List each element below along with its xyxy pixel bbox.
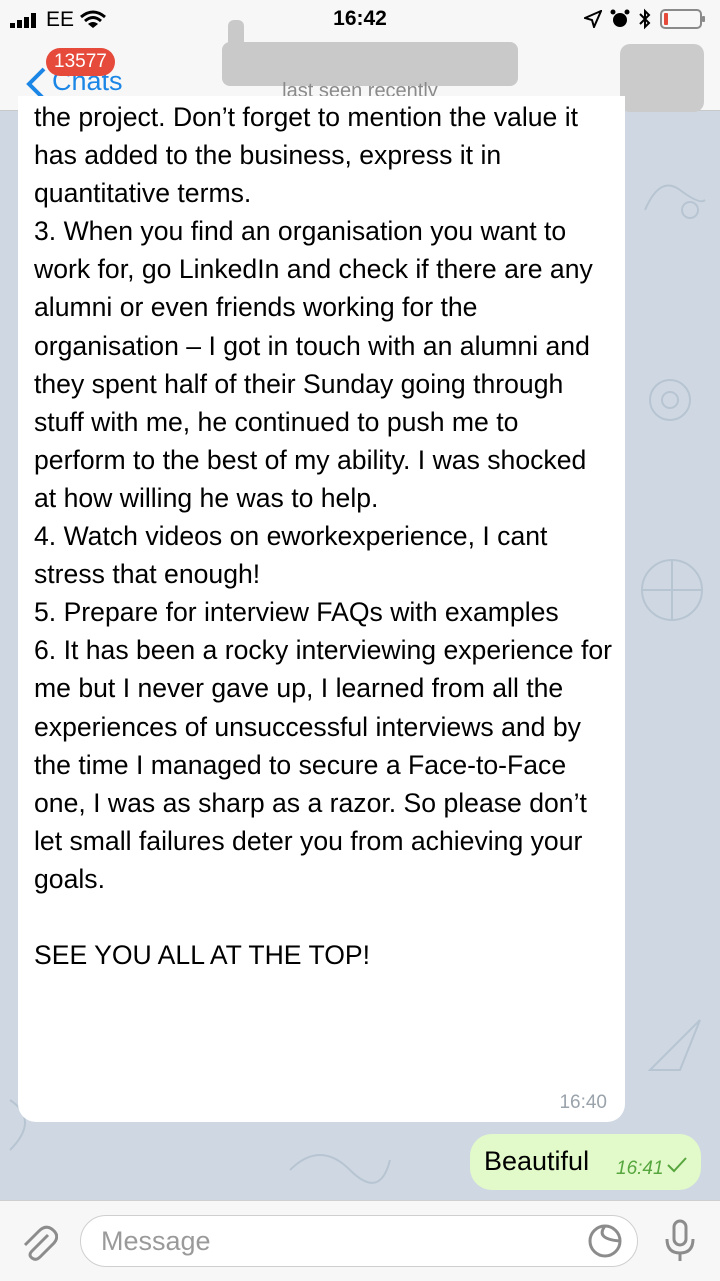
message-paragraph: 6. It has been a rocky interviewing expe… — [34, 635, 612, 894]
message-time: 16:40 — [559, 1092, 607, 1113]
wallpaper-doodle — [644, 184, 706, 219]
outgoing-message-bubble[interactable]: Beautiful 16:41 — [470, 1134, 701, 1190]
message-paragraph: the project. Don’t forget to mention the… — [34, 102, 579, 209]
status-bar: EE 16:42 — [0, 0, 720, 40]
message-composer — [0, 1200, 720, 1281]
battery-icon — [660, 9, 705, 29]
microphone-icon[interactable] — [663, 1219, 697, 1263]
message-paragraph: SEE YOU ALL AT THE TOP! — [34, 939, 371, 970]
paperclip-icon[interactable] — [18, 1223, 58, 1263]
wallpaper-doodle — [289, 1154, 391, 1184]
wallpaper-doodle — [641, 559, 703, 621]
message-paragraph — [34, 898, 614, 936]
bluetooth-icon — [639, 8, 651, 30]
message-paragraph: 5. Prepare for interview FAQs with examp… — [34, 597, 559, 628]
message-text: the project. Don’t forget to mention the… — [34, 98, 614, 974]
avatar[interactable] — [620, 44, 704, 112]
checkmark-icon — [667, 1157, 687, 1173]
message-text: Beautiful — [484, 1146, 590, 1176]
message-paragraph: 3. When you find an organisation you wan… — [34, 216, 593, 513]
wallpaper-doodle — [649, 379, 691, 421]
location-arrow-icon — [584, 10, 602, 28]
alarm-icon — [610, 9, 630, 27]
incoming-message-bubble[interactable]: the project. Don’t forget to mention the… — [18, 96, 625, 1122]
wallpaper-doodle — [647, 1019, 701, 1071]
message-paragraph: 4. Watch videos on eworkexperience, I ca… — [34, 521, 548, 590]
sticker-icon[interactable] — [587, 1223, 623, 1259]
message-time: 16:41 — [616, 1158, 664, 1179]
unread-badge: 13577 — [46, 48, 115, 76]
message-input[interactable] — [80, 1215, 638, 1267]
status-icons — [584, 8, 708, 30]
